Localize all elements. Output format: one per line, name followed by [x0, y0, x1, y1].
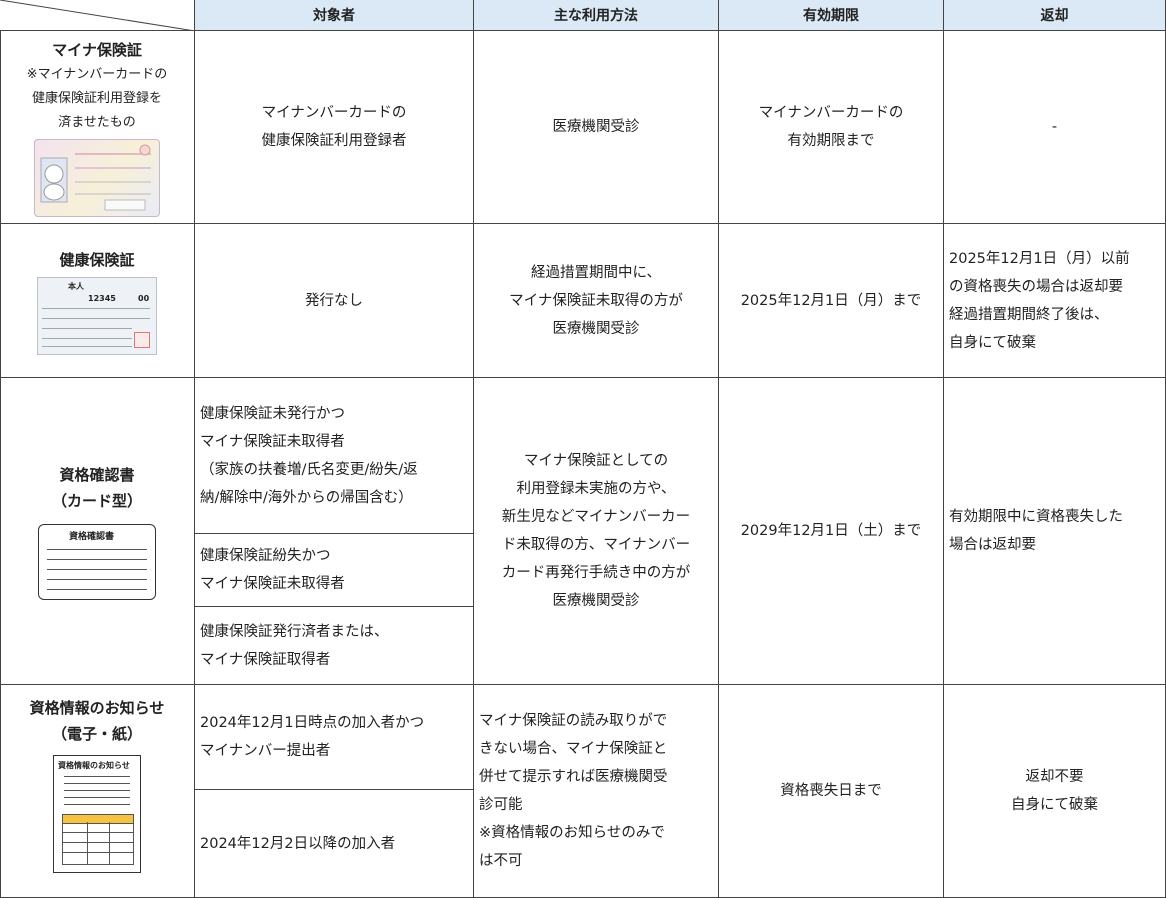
card-text: 00 [138, 293, 150, 303]
cell-text-line: 医療機関受診 [552, 119, 640, 135]
cell-text-line: 2025年12月1日（月）以前 [949, 250, 1130, 267]
cell-text-line: （家族の扶養増/氏名変更/紛失/返 [200, 461, 418, 478]
cell-text-line: 診可能 [479, 797, 523, 813]
cell-text-line: 2029年12月1日（土）まで [740, 523, 922, 539]
cell-text-line: 有効期限中に資格喪失した [949, 509, 1123, 525]
row-oshirase-target-1: 2024年12月1日時点の加入者かつ マイナンバー提出者 [195, 685, 474, 790]
cell-text-line: カード再発行手続き中の方が [501, 565, 691, 581]
cell-text-line: 健康保険証紛失かつ [200, 548, 331, 564]
cell-text-line: 場合は返却要 [949, 537, 1036, 553]
cell-text-line: マイナ保険証としての [523, 453, 669, 469]
header-return: 返却 [944, 0, 1166, 31]
cell-text-line: 利用登録未実施の方や、 [516, 481, 676, 497]
cell-text-line: 健康保険証未発行かつ [200, 405, 345, 422]
header-usage: 主な利用方法 [474, 0, 719, 31]
row-oshirase-label: 資格情報のお知らせ （電子・紙） 資格情報のお知らせ [0, 685, 195, 898]
row-myna-return: - [944, 31, 1166, 224]
cell-text-line: 新生児などマイナンバーカー [501, 509, 691, 525]
card-text: 12345 [88, 293, 116, 303]
cell-text-line: マイナ保険証の読み取りがで [479, 713, 668, 729]
cell-text-line: 2024年12月2日以降の加入者 [200, 835, 396, 852]
cell-text-line: 経過措置期間終了後は、 [949, 306, 1109, 323]
row-shikaku-target-1: 健康保険証未発行かつ マイナ保険証未取得者 （家族の扶養増/氏名変更/紛失/返 … [195, 378, 474, 534]
row-myna-target: マイナンバーカードの 健康保険証利用登録者 [195, 31, 474, 224]
cell-text-line: 経過措置期間中に、 [530, 264, 662, 281]
row-title: 資格情報のお知らせ [29, 699, 165, 717]
corner-diagonal [0, 0, 195, 31]
cell-text-line: 納/解除中/海外からの帰国含む） [200, 489, 413, 506]
mynumber-card-graphic [40, 144, 151, 211]
mynumber-card-illustration [34, 139, 160, 217]
cell-text-line: 医療機関受診 [552, 320, 640, 337]
insurance-comparison-table: 対象者 主な利用方法 有効期限 返却 マイナ保険証 ※マイナンバーカードの 健康… [0, 0, 1166, 898]
cell-text-line: マイナンバーカードの [261, 105, 407, 121]
cell-text-line: - [1051, 119, 1058, 135]
row-shikaku-target-3: 健康保険証発行済者または、 マイナ保険証取得者 [195, 607, 474, 685]
row-myna-label: マイナ保険証 ※マイナンバーカードの 健康保険証利用登録を 済ませたもの [0, 31, 195, 224]
cell-text-line: 併せて提示すれば医療機関受 [479, 769, 668, 785]
cell-text-line: ド未取得の方、マイナンバー [501, 537, 691, 553]
cell-text-line: 発行なし [305, 292, 363, 309]
corner-cell [0, 0, 195, 31]
row-hoken-return: 2025年12月1日（月）以前 の資格喪失の場合は返却要 経過措置期間終了後は、… [944, 224, 1166, 378]
header-validity: 有効期限 [719, 0, 944, 31]
cell-text-line: の資格喪失の場合は返却要 [949, 278, 1123, 295]
cell-text-line: マイナ保険証取得者 [200, 651, 331, 668]
row-title: 健康保険証 [59, 250, 135, 269]
row-hoken-target: 発行なし [195, 224, 474, 378]
row-title: （カード型） [51, 492, 142, 510]
row-hoken-validity: 2025年12月1日（月）まで [719, 224, 944, 378]
cell-text-line: は不可 [479, 853, 523, 869]
row-hoken-usage: 経過措置期間中に、 マイナ保険証未取得の方が 医療機関受診 [474, 224, 719, 378]
card-label: 資格確認書 [69, 532, 115, 542]
cell-text-line: マイナ保険証未取得の方が [509, 292, 683, 309]
row-shikaku-target-2: 健康保険証紛失かつ マイナ保険証未取得者 [195, 534, 474, 607]
cell-text-line: ※資格情報のお知らせのみで [479, 825, 665, 841]
qualification-card-illustration: 資格確認書 [38, 524, 156, 600]
card-text: 本人 [68, 281, 84, 291]
row-hoken-label: 健康保険証 本人 12345 00 [0, 224, 195, 378]
cell-text-line: マイナンバー提出者 [200, 743, 331, 759]
cell-text-line: 資格喪失日まで [780, 783, 882, 799]
header-target: 対象者 [195, 0, 474, 31]
health-insurance-card-illustration: 本人 12345 00 [37, 276, 157, 355]
row-shikaku-usage: マイナ保険証としての 利用登録未実施の方や、 新生児などマイナンバーカー ド未取… [474, 378, 719, 685]
cell-text-line: 健康保険証発行済者または、 [200, 623, 389, 640]
cell-text-line: マイナンバーカードの [758, 105, 904, 121]
row-title: 資格確認書 [59, 466, 135, 484]
cell-text-line: 自身にて破棄 [1011, 797, 1098, 813]
cell-text-line: マイナ保険証未取得者 [200, 576, 345, 592]
row-note-line: 健康保険証利用登録を [31, 91, 162, 106]
qualification-notice-illustration: 資格情報のお知らせ [53, 755, 141, 873]
notice-grid [62, 822, 134, 865]
row-myna-usage: 医療機関受診 [474, 31, 719, 224]
cell-text-line: 健康保険証利用登録者 [261, 133, 407, 149]
row-oshirase-target-2: 2024年12月2日以降の加入者 [195, 790, 474, 898]
row-title: マイナ保険証 [52, 41, 142, 59]
row-oshirase-usage: マイナ保険証の読み取りがで きない場合、マイナ保険証と 併せて提示すれば医療機関… [474, 685, 719, 898]
cell-text-line: 自身にて破棄 [949, 334, 1036, 351]
cell-text-line: 返却不要 [1025, 769, 1084, 785]
row-title: （電子・紙） [51, 725, 142, 743]
row-note-line: ※マイナンバーカードの [26, 67, 168, 82]
row-shikaku-label: 資格確認書 （カード型） 資格確認書 [0, 378, 195, 685]
cell-text-line: 2025年12月1日（月）まで [740, 292, 922, 309]
row-myna-validity: マイナンバーカードの 有効期限まで [719, 31, 944, 224]
cell-text-line: 医療機関受診 [552, 593, 640, 609]
row-oshirase-return: 返却不要 自身にて破棄 [944, 685, 1166, 898]
row-shikaku-validity: 2029年12月1日（土）まで [719, 378, 944, 685]
cell-text-line: マイナ保険証未取得者 [200, 433, 345, 450]
row-oshirase-validity: 資格喪失日まで [719, 685, 944, 898]
row-shikaku-return: 有効期限中に資格喪失した 場合は返却要 [944, 378, 1166, 685]
card-label: 資格情報のお知らせ [58, 761, 130, 770]
cell-text-line: きない場合、マイナ保険証と [479, 741, 668, 757]
cell-text-line: 2024年12月1日時点の加入者かつ [200, 715, 425, 731]
cell-text-line: 有効期限まで [787, 133, 875, 149]
row-note-line: 済ませたもの [58, 115, 136, 130]
